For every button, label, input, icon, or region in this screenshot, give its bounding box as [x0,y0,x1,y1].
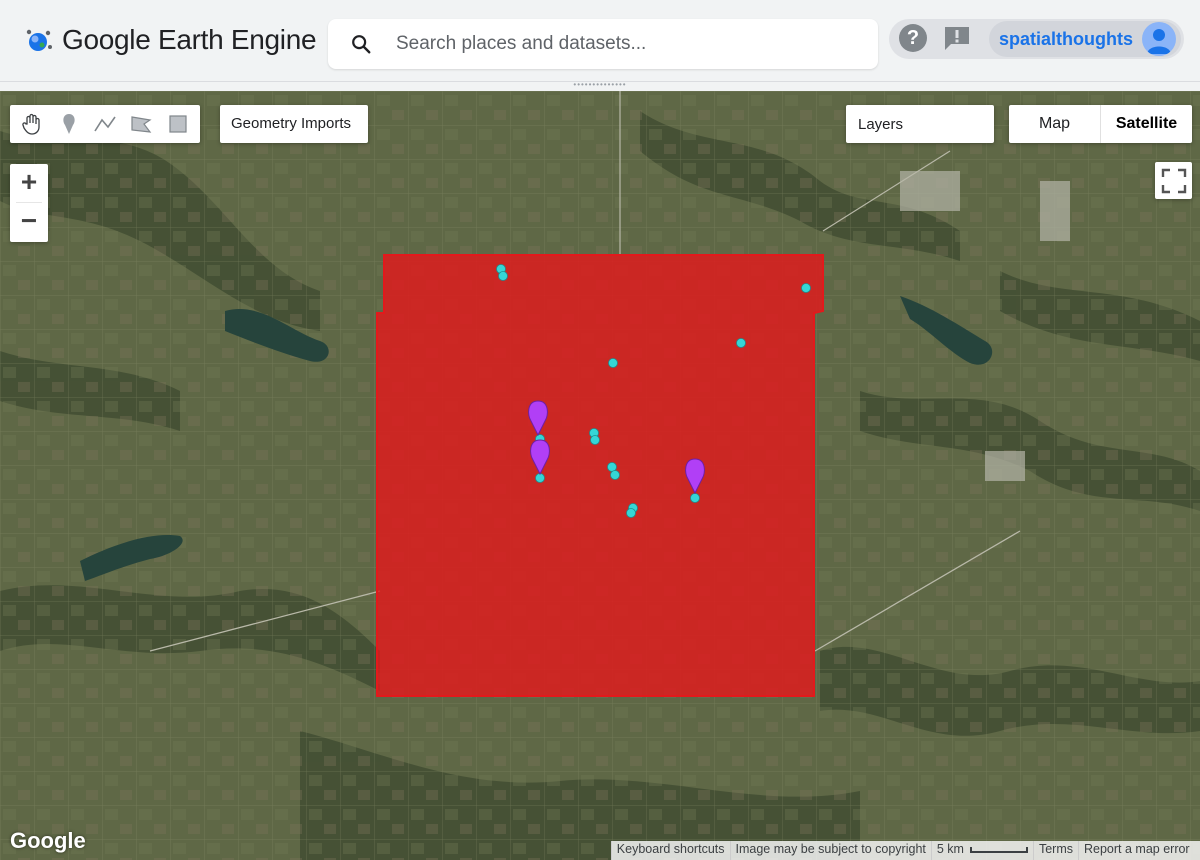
app-title: Google Earth Engine [62,24,317,55]
scale-indicator[interactable]: 5 km [930,841,1033,860]
map-type-satellite[interactable]: Satellite [1101,105,1192,143]
avatar-icon[interactable] [1142,22,1176,56]
scale-label: 5 km [936,842,964,856]
app-logo[interactable]: Google Earth Engine [24,24,317,56]
hand-icon[interactable] [19,111,45,137]
panel-resize-handle[interactable]: •••••••••••••• [570,81,630,89]
drawing-toolbar [10,105,200,143]
zoom-control: + − [10,164,48,242]
search-box[interactable] [328,19,878,69]
fullscreen-icon[interactable] [1155,162,1192,199]
terms-link[interactable]: Terms [1032,841,1078,860]
rectangle-icon[interactable] [165,111,191,137]
study-area-polygon[interactable] [376,254,824,697]
report-map-error-link[interactable]: Report a map error [1078,841,1200,860]
earth-engine-logo-icon [26,29,52,51]
search-input[interactable] [396,33,856,55]
line-icon[interactable] [92,111,118,137]
user-toolbar: ? spatialthoughts [889,19,1184,59]
zoom-out-button[interactable]: − [10,203,48,241]
polygon-icon[interactable] [128,111,154,137]
map-type-toggle: Map Satellite [1009,105,1192,143]
geometry-imports-button[interactable]: Geometry Imports [220,105,368,143]
layers-button[interactable]: Layers [846,105,994,143]
search-icon [352,35,371,54]
help-icon[interactable]: ? [899,24,927,52]
zoom-in-button[interactable]: + [10,164,48,202]
username: spatialthoughts [999,29,1133,49]
map-canvas[interactable]: Geometry Imports Layers Map Satellite + … [0,91,1200,860]
scale-bar [969,846,1028,853]
map-attribution-bar: Keyboard shortcuts Image may be subject … [610,841,1200,860]
header-bar: Google Earth Engine ? spatialthoughts [0,0,1200,82]
google-logo[interactable]: Google [10,828,86,854]
account-chip[interactable]: spatialthoughts [989,21,1181,57]
copyright-notice: Image may be subject to copyright [729,841,931,860]
feedback-icon[interactable] [943,25,971,51]
keyboard-shortcuts-link[interactable]: Keyboard shortcuts [610,841,730,860]
satellite-imagery [0,91,1200,860]
marker-icon[interactable] [56,111,82,137]
map-type-map[interactable]: Map [1009,105,1100,143]
